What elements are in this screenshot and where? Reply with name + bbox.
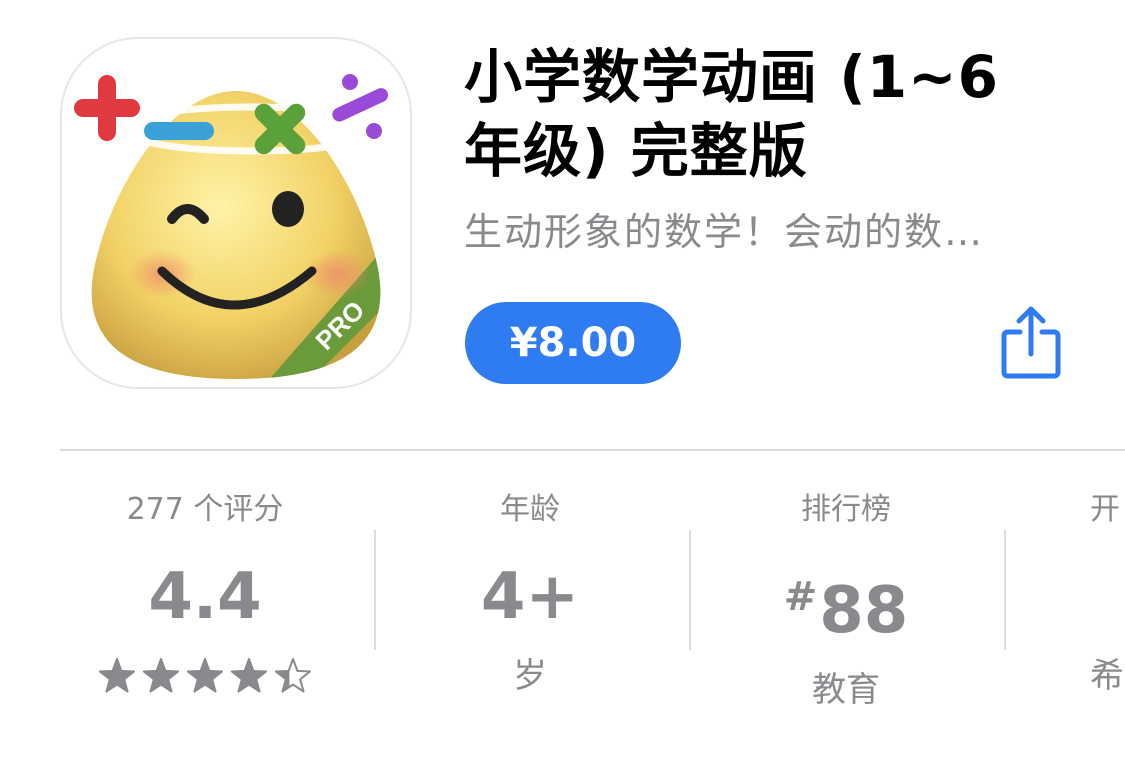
section-divider: [60, 449, 1125, 451]
rank-number: 88: [819, 574, 909, 648]
share-button[interactable]: [998, 304, 1064, 380]
star-rating: [98, 658, 312, 693]
rank-hash: #: [783, 574, 818, 620]
stat-separator: [374, 530, 376, 650]
age-label: 年龄: [500, 492, 560, 527]
share-icon: [1001, 306, 1061, 379]
chart-label: 排行榜: [801, 492, 891, 527]
smiley-face-icon: PRO: [74, 74, 389, 379]
age-unit: 岁: [513, 656, 547, 696]
star-fill: [99, 659, 135, 692]
app-subtitle: 生动形象的数学！会动的数…: [464, 210, 985, 254]
app-icon: PRO: [60, 37, 412, 389]
star-fill: [231, 659, 267, 692]
age-stat[interactable]: 年龄 4+ 岁: [380, 488, 680, 700]
partial-stat-sub: 希: [1090, 656, 1124, 696]
app-title-line2: 年级) 完整版: [464, 117, 808, 185]
ratings-stat[interactable]: 277 个评分 4.4: [55, 488, 355, 696]
chart-category: 教育: [812, 670, 880, 710]
app-title: 小学数学动画 (1~6 年级) 完整版: [464, 40, 1084, 188]
star-fill: [143, 659, 179, 692]
ratings-value: 4.4: [148, 560, 262, 634]
star-fill: [187, 659, 223, 692]
stat-separator: [1004, 530, 1006, 650]
age-value: 4+: [480, 560, 580, 634]
ratings-count-label: 277 个评分: [126, 492, 284, 527]
app-title-line1: 小学数学动画 (1~6: [464, 43, 1000, 111]
chart-rank-stat[interactable]: 排行榜 #88 教育: [696, 488, 996, 714]
stat-separator: [689, 530, 691, 650]
partial-stat-label: 开: [1090, 492, 1120, 527]
price-button[interactable]: ¥8.00: [465, 302, 681, 384]
developer-stat-partial[interactable]: 开 希: [1090, 488, 1125, 700]
chart-rank-value: #88: [696, 552, 996, 656]
